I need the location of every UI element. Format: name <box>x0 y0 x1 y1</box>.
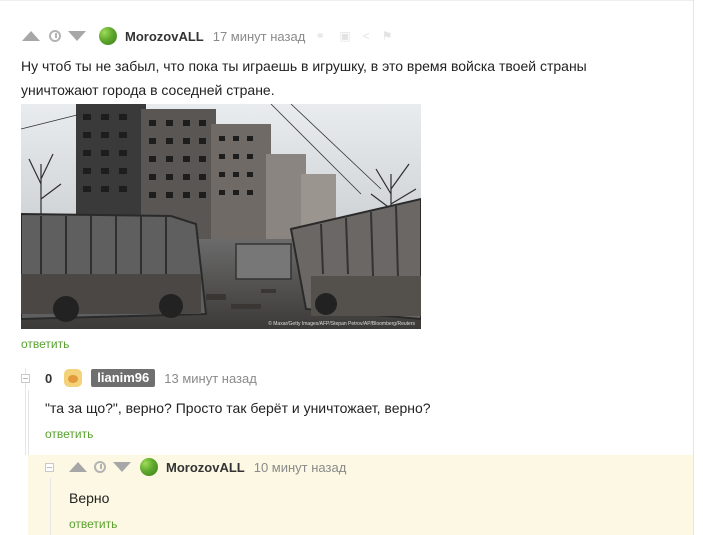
downvote-icon[interactable] <box>112 462 132 472</box>
comment-image[interactable]: © Maxar/Getty Images/AFP/Stepan Petrov/A… <box>21 104 421 329</box>
avatar[interactable] <box>99 27 117 45</box>
save-icon[interactable]: ▣ <box>339 29 350 43</box>
username[interactable]: MorozovALL <box>125 29 204 44</box>
reply-button[interactable]: ответить <box>21 337 69 351</box>
collapse-icon[interactable] <box>21 373 30 383</box>
downvote-icon[interactable] <box>67 31 87 41</box>
comment-header: MorozovALL 17 минут назад ⚭ ▣ < ⚑ <box>21 27 392 45</box>
flag-icon[interactable]: ⚑ <box>382 29 393 43</box>
top-divider <box>0 0 693 1</box>
comment-text-line: Ну чтоб ты не забыл, что пока ты играешь… <box>21 58 587 74</box>
comment-header: MorozovALL 10 минут назад <box>45 458 346 476</box>
clock-icon <box>45 30 65 42</box>
username[interactable]: MorozovALL <box>166 460 245 475</box>
comment-score: 0 <box>45 370 53 386</box>
share-icon[interactable]: < <box>363 29 370 43</box>
thread-line <box>50 478 51 535</box>
username[interactable]: lianim96 <box>91 369 156 387</box>
comment-header: 0 lianim96 13 минут назад <box>21 368 257 388</box>
avatar[interactable] <box>140 458 158 476</box>
link-icon[interactable]: ⚭ <box>315 29 325 43</box>
upvote-icon[interactable] <box>68 462 88 472</box>
image-caption: © Maxar/Getty Images/AFP/Stepan Petrov/A… <box>268 321 415 327</box>
timestamp[interactable]: 13 минут назад <box>164 371 257 386</box>
right-border <box>693 0 694 535</box>
comment-text: Верно <box>69 490 110 506</box>
reply-button[interactable]: ответить <box>45 427 93 441</box>
destroyed-city-photo <box>21 104 421 329</box>
comment-text-line: уничтожают города в соседней стране. <box>21 82 275 98</box>
timestamp[interactable]: 17 минут назад <box>213 29 306 44</box>
clock-icon <box>90 461 110 473</box>
timestamp[interactable]: 10 минут назад <box>254 460 347 475</box>
comment-text: "та за що?", верно? Просто так берёт и у… <box>45 400 431 416</box>
comment-text: Ну чтоб ты не забыл, что пока ты играешь… <box>21 54 587 102</box>
reply-button[interactable]: ответить <box>69 517 117 531</box>
collapse-icon[interactable] <box>45 462 54 472</box>
thread-line <box>28 390 29 455</box>
upvote-icon[interactable] <box>21 31 41 41</box>
avatar[interactable] <box>64 369 83 387</box>
